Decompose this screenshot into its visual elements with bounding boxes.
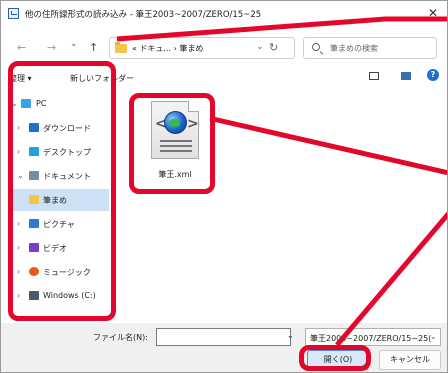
back-button[interactable]: ← — [17, 41, 26, 54]
preview-pane-icon[interactable] — [401, 72, 411, 80]
highlight-open-button — [299, 345, 371, 371]
app-icon — [8, 8, 19, 19]
search-box[interactable]: 筆まめの検索 — [303, 37, 437, 59]
recent-locations-dropdown[interactable]: ⌄ — [70, 39, 78, 49]
search-icon — [312, 43, 320, 51]
address-dropdown-icon[interactable]: ⌄ — [256, 42, 264, 52]
filename-label: ファイル名(N): — [93, 333, 148, 342]
highlight-sidebar — [8, 61, 116, 321]
window-title: 他の住所録形式の読み込み - 筆王2003~2007/ZERO/15~25 — [25, 10, 262, 20]
highlight-file — [129, 93, 215, 194]
filename-field[interactable] — [156, 328, 291, 346]
bottom-panel: ファイル名(N): ⌄ 筆王2003~2007/ZERO/15~25( ⌄ 開く… — [1, 323, 447, 372]
search-placeholder: 筆まめの検索 — [330, 44, 378, 53]
view-options-icon[interactable] — [369, 72, 379, 80]
close-icon[interactable]: ✕ — [428, 6, 438, 20]
forward-button[interactable]: → — [47, 41, 56, 54]
help-icon[interactable]: ? — [427, 69, 439, 81]
address-bar[interactable]: « ドキュ... › 筆まめ ⌄ — [109, 37, 295, 59]
chevron-down-icon: ⌄ — [430, 332, 437, 341]
file-type-select[interactable]: 筆王2003~2007/ZERO/15~25( ⌄ — [305, 328, 441, 346]
cancel-button[interactable]: キャンセル — [379, 350, 441, 370]
up-button[interactable]: ↑ — [89, 41, 98, 54]
refresh-icon[interactable]: ↻ — [269, 41, 278, 54]
open-file-dialog: 他の住所録形式の読み込み - 筆王2003~2007/ZERO/15~25 ✕ … — [0, 0, 448, 373]
file-type-value: 筆王2003~2007/ZERO/15~25( — [310, 334, 432, 343]
folder-icon — [115, 42, 127, 53]
address-path: « ドキュ... › 筆まめ — [132, 44, 204, 53]
chevron-down-icon[interactable]: ⌄ — [287, 331, 294, 340]
title-bar: 他の住所録形式の読み込み - 筆王2003~2007/ZERO/15~25 ✕ — [1, 1, 447, 27]
